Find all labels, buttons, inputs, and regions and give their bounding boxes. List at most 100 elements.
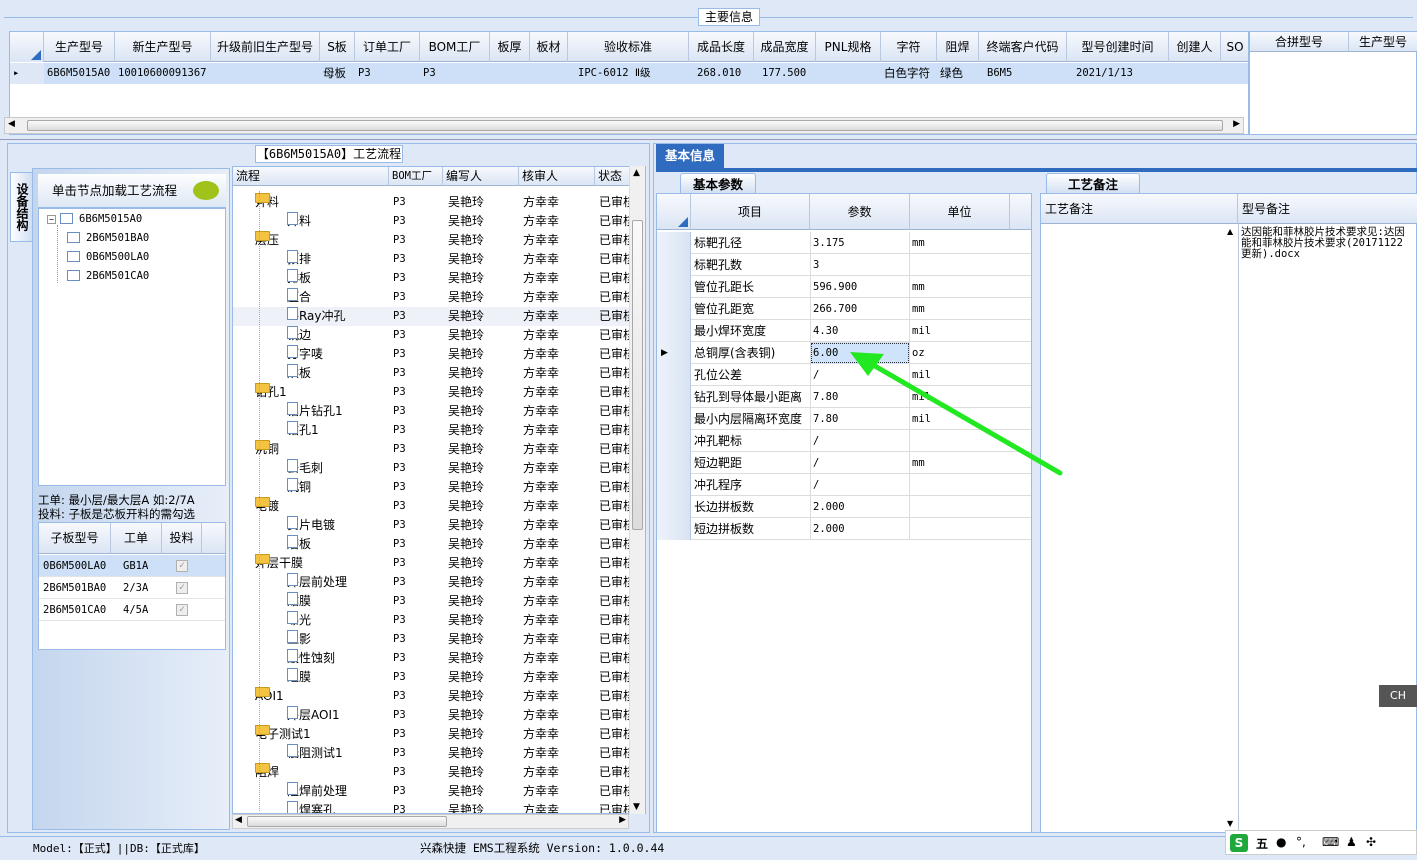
remark-scroll-up-icon[interactable]: ▲ — [1227, 227, 1233, 236]
col-header-13[interactable]: 阻焊 — [937, 32, 979, 62]
param-value[interactable]: 2.000 — [810, 496, 910, 518]
col-header-15[interactable]: 型号创建时间 — [1067, 32, 1169, 62]
flow-group-row[interactable]: −电子测试1P3吴艳玲方幸幸已审核 — [233, 725, 633, 744]
param-row[interactable]: 长边拼板数 2.000 — [657, 496, 1031, 518]
flow-step-row[interactable]: 显影P3吴艳玲方幸幸已审核 — [233, 630, 633, 649]
sub-col-header-2[interactable]: 投料 — [162, 523, 202, 554]
checkbox-1[interactable]: ✓ — [176, 582, 188, 594]
param-value[interactable]: 266.700 — [810, 298, 910, 320]
param-row[interactable]: 标靶孔数 3 — [657, 254, 1031, 276]
col-header-4[interactable]: 订单工厂 — [355, 32, 420, 62]
ime-user-icon[interactable]: ♟ — [1346, 835, 1357, 849]
checkbox-2[interactable]: ✓ — [176, 604, 188, 616]
flow-step-row[interactable]: 外层前处理P3吴艳玲方幸幸已审核 — [233, 573, 633, 592]
tree-node-2[interactable]: 0B6M500LA0 — [67, 251, 149, 263]
col-header-0[interactable]: 生产型号 — [44, 32, 115, 62]
sub-row-2[interactable]: 2B6M501CA0 4/5A ✓ — [39, 599, 225, 621]
col-header-17[interactable]: SO — [1221, 32, 1248, 62]
sub-row-1[interactable]: 2B6M501BA0 2/3A ✓ — [39, 577, 225, 599]
scroll-right-icon[interactable]: ▶ — [1233, 119, 1240, 129]
flow-hscrollbar[interactable]: ◀ ▶ — [232, 814, 629, 829]
merge-col-header-1[interactable]: 生产型号 — [1349, 32, 1417, 52]
main-hscrollbar[interactable]: ◀ ▶ — [4, 117, 1244, 134]
col-header-16[interactable]: 创建人 — [1169, 32, 1221, 62]
remark-grid[interactable]: 工艺备注 型号备注 达因能和菲林胶片技术要求见:达因能和菲林胶片技术要求(201… — [1040, 193, 1417, 833]
flow-group-row[interactable]: −电镀P3吴艳玲方幸幸已审核 — [233, 497, 633, 516]
params-grid[interactable]: 项目 参数 单位 标靶孔径 3.175 mm 标靶孔数 3 管位孔距长 596.900 mm 管… — [656, 193, 1032, 833]
flow-vscrollbar[interactable]: ▲ ▼ — [629, 166, 645, 814]
flow-group-row[interactable]: −层压P3吴艳玲方幸幸已审核 — [233, 231, 633, 250]
flow-step-row[interactable]: X-Ray冲孔P3吴艳玲方幸幸已审核 — [233, 307, 633, 326]
flow-step-row[interactable]: 磨板P3吴艳玲方幸幸已审核 — [233, 535, 633, 554]
flow-step-row[interactable]: 负片电镀P3吴艳玲方幸幸已审核 — [233, 516, 633, 535]
param-row[interactable]: 管位孔距宽 266.700 mm — [657, 298, 1031, 320]
scroll-up-icon[interactable]: ▲ — [633, 168, 640, 178]
sub-col-header-0[interactable]: 子板型号 — [39, 523, 111, 554]
flow-group-row[interactable]: −沉铜P3吴艳玲方幸幸已审核 — [233, 440, 633, 459]
col-header-12[interactable]: 字符 — [881, 32, 937, 62]
scroll-down-icon[interactable]: ▼ — [633, 802, 640, 812]
sub-col-header-1[interactable]: 工单 — [111, 523, 162, 554]
flow-group-row[interactable]: −AOI1P3吴艳玲方幸幸已审核 — [233, 687, 633, 706]
sub-board-grid[interactable]: 子板型号 工单 投料 0B6M500LA0 GB1A ✓ 2B6M501BA0 2/… — [38, 522, 226, 650]
flow-step-row[interactable]: 铣边P3吴艳玲方幸幸已审核 — [233, 326, 633, 345]
flow-step-row[interactable]: 退膜P3吴艳玲方幸幸已审核 — [233, 668, 633, 687]
flow-col-header-2[interactable]: 编写人 — [443, 167, 519, 186]
flow-step-row[interactable]: 沉铜P3吴艳玲方幸幸已审核 — [233, 478, 633, 497]
flow-group-row[interactable]: −外层干膜P3吴艳玲方幸幸已审核 — [233, 554, 633, 573]
ime-punct-icon[interactable]: °, — [1296, 835, 1306, 849]
flow-step-row[interactable]: 烘板P3吴艳玲方幸幸已审核 — [233, 364, 633, 383]
param-row[interactable]: 管位孔距长 596.900 mm — [657, 276, 1031, 298]
merge-col-header-0[interactable]: 合拼型号 — [1250, 32, 1349, 52]
param-value[interactable]: 4.30 — [810, 320, 910, 342]
flow-col-header-1[interactable]: BOM工厂 — [389, 167, 443, 186]
tab-process-remark[interactable]: 工艺备注 — [1046, 173, 1140, 194]
tree-node-3[interactable]: 2B6M501CA0 — [67, 270, 149, 282]
col-header-10[interactable]: 成品宽度 — [754, 32, 816, 62]
flow-tree-grid[interactable]: 流程 BOM工厂 编写人 核审人 状态 −开料P3吴艳玲方幸幸已审核开料P3吴艳… — [232, 166, 646, 814]
remark-scroll-down-icon[interactable]: ▼ — [1227, 819, 1233, 828]
remark-col-header-1[interactable]: 型号备注 — [1238, 194, 1417, 224]
flow-step-row[interactable]: 排板P3吴艳玲方幸幸已审核 — [233, 269, 633, 288]
flow-step-row[interactable]: 外层AOI1P3吴艳玲方幸幸已审核 — [233, 706, 633, 725]
checkbox-0[interactable]: ✓ — [176, 560, 188, 572]
ime-mode[interactable]: 五 — [1256, 835, 1268, 852]
tab-basic-params[interactable]: 基本参数 — [680, 173, 756, 194]
param-value[interactable]: 3.175 — [810, 232, 910, 254]
merge-grid[interactable]: 合拼型号 生产型号 — [1249, 31, 1417, 135]
main-grid-row[interactable]: ▸ 6B6M5015A0 10010600091367 母板 P3 P3 IPC… — [10, 63, 1248, 84]
flow-col-header-0[interactable]: 流程 — [233, 167, 389, 186]
param-row[interactable]: 短边拼板数 2.000 — [657, 518, 1031, 540]
col-header-1[interactable]: 新生产型号 — [115, 32, 211, 62]
flow-step-row[interactable]: 打字唛P3吴艳玲方幸幸已审核 — [233, 345, 633, 364]
col-header-8[interactable]: 验收标准 — [568, 32, 689, 62]
col-header-3[interactable]: S板 — [320, 32, 355, 62]
main-hscroll-thumb[interactable] — [27, 120, 1223, 131]
flow-group-row[interactable]: −开料P3吴艳玲方幸幸已审核 — [233, 193, 633, 212]
flow-scroll-left-icon[interactable]: ◀ — [235, 815, 242, 825]
col-header-9[interactable]: 成品长度 — [689, 32, 754, 62]
ime-settings-icon[interactable]: ✣ — [1366, 835, 1376, 849]
col-header-11[interactable]: PNL规格 — [816, 32, 881, 62]
flow-step-row[interactable]: 阻焊前处理P3吴艳玲方幸幸已审核 — [233, 782, 633, 801]
tab-basic-info[interactable]: 基本信息 — [656, 144, 724, 168]
sub-row-0[interactable]: 0B6M500LA0 GB1A ✓ — [39, 555, 225, 577]
param-row[interactable]: 标靶孔径 3.175 mm — [657, 232, 1031, 254]
flow-step-row[interactable]: 压合P3吴艳玲方幸幸已审核 — [233, 288, 633, 307]
flow-step-row[interactable]: 曝光P3吴艳玲方幸幸已审核 — [233, 611, 633, 630]
ime-toolbar[interactable]: S 五 ● °, ⌨ ♟ ✣ — [1225, 830, 1417, 855]
flow-hscroll-thumb[interactable] — [247, 816, 447, 827]
ime-dot-icon[interactable]: ● — [1276, 835, 1286, 849]
param-value[interactable]: 3 — [810, 254, 910, 276]
structure-tree[interactable]: −6B6M5015A0 2B6M501BA0 0B6M500LA0 2B6M50… — [38, 208, 226, 486]
flow-step-row[interactable]: 预排P3吴艳玲方幸幸已审核 — [233, 250, 633, 269]
flow-step-row[interactable]: 阻焊塞孔P3吴艳玲方幸幸已审核 — [233, 801, 633, 813]
flow-step-row[interactable]: 酸性蚀刻P3吴艳玲方幸幸已审核 — [233, 649, 633, 668]
ime-keyboard-icon[interactable]: ⌨ — [1322, 835, 1339, 849]
flow-step-row[interactable]: 低阻测试1P3吴艳玲方幸幸已审核 — [233, 744, 633, 763]
ime-ch-button[interactable]: CH — [1379, 685, 1417, 707]
remark-col-header-0[interactable]: 工艺备注 — [1041, 194, 1238, 224]
tree-node-1[interactable]: 2B6M501BA0 — [67, 232, 149, 244]
scroll-left-icon[interactable]: ◀ — [8, 119, 15, 129]
col-header-5[interactable]: BOM工厂 — [420, 32, 490, 62]
